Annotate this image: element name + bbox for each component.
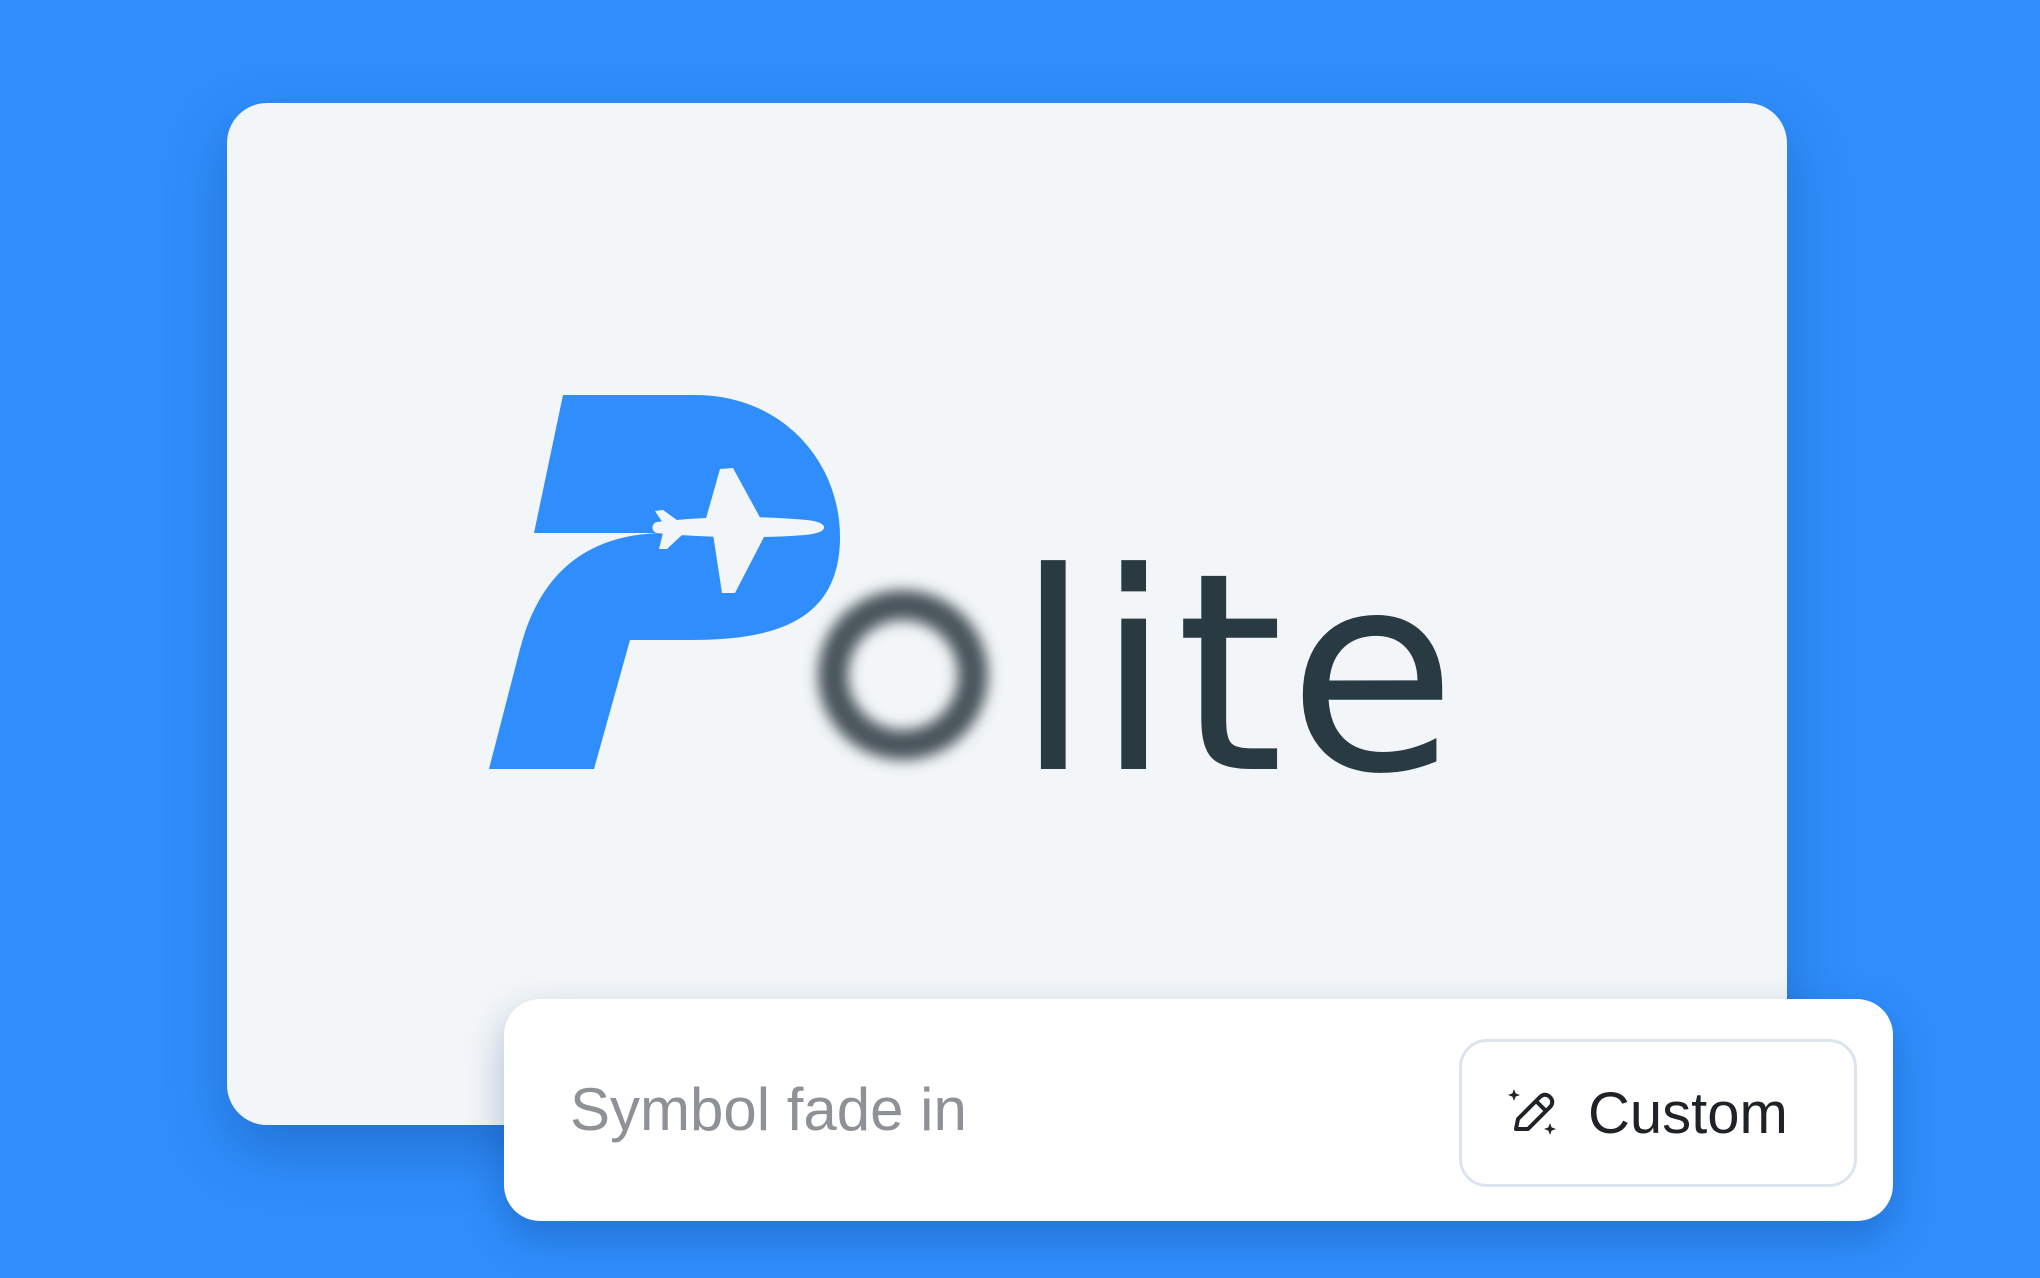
magic-pencil-icon — [1508, 1089, 1556, 1135]
logo-wordmark-text: lite — [1015, 514, 1461, 834]
logo-preview-card: lite — [227, 103, 1787, 1125]
custom-button-label: Custom — [1588, 1080, 1788, 1146]
animation-option-label: Symbol fade in — [570, 1076, 967, 1143]
animation-option-bar[interactable]: Symbol fade in Custom — [504, 999, 1893, 1221]
logo-artwork: lite — [489, 395, 1461, 834]
custom-button[interactable]: Custom — [1459, 1039, 1857, 1187]
logo-symbol-p — [489, 395, 840, 769]
logo-blurred-letter — [818, 590, 988, 760]
